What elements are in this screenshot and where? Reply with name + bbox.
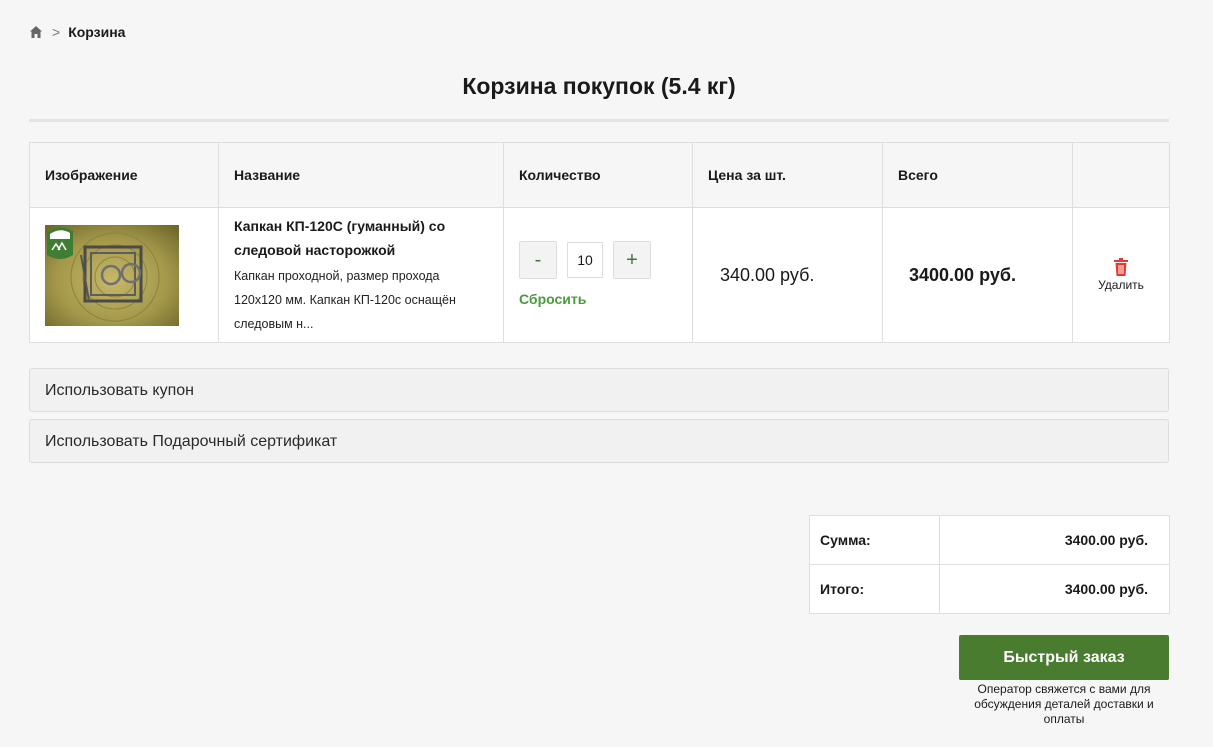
title-divider	[29, 119, 1169, 122]
breadcrumb-current[interactable]: Корзина	[68, 24, 125, 40]
quick-order-note: Оператор свяжется с вами для обсуждения …	[974, 682, 1154, 726]
product-description: Капкан проходной, размер прохода 120x120…	[234, 269, 456, 331]
breadcrumb-separator: >	[52, 24, 61, 40]
quantity-cell: - + Сбросить	[503, 207, 693, 343]
cart-table: Изображение Название Количество Цена за …	[29, 142, 1170, 343]
col-header-total: Всего	[882, 142, 1073, 208]
home-icon[interactable]	[29, 25, 43, 39]
subtotal-label: Сумма:	[809, 515, 940, 565]
product-name[interactable]: Капкан КП-120С (гуманный) со следовой на…	[234, 214, 488, 262]
reset-link[interactable]: Сбросить	[519, 291, 586, 307]
product-image[interactable]	[45, 224, 179, 326]
qty-decrease-button[interactable]: -	[519, 241, 557, 279]
totals-table: Сумма: 3400.00 руб. Итого: 3400.00 руб.	[809, 515, 1170, 614]
cart-header-row: Изображение Название Количество Цена за …	[29, 142, 1170, 208]
product-image-cell	[29, 207, 219, 343]
col-header-image: Изображение	[29, 142, 219, 208]
table-row: Капкан КП-120С (гуманный) со следовой на…	[29, 207, 1170, 343]
total-label: Итого:	[809, 564, 940, 614]
col-header-actions	[1072, 142, 1170, 208]
quantity-stepper: - +	[519, 241, 677, 279]
delete-label: Удалить	[1098, 278, 1144, 292]
page-title: Корзина покупок (5.4 кг)	[462, 73, 736, 99]
quick-order-button[interactable]: Быстрый заказ	[959, 635, 1169, 680]
product-info-cell: Капкан КП-120С (гуманный) со следовой на…	[218, 207, 504, 343]
col-header-quantity: Количество	[503, 142, 693, 208]
qty-increase-button[interactable]: +	[613, 241, 651, 279]
subtotal-row: Сумма: 3400.00 руб.	[809, 515, 1170, 565]
unit-price: 340.00 руб.	[692, 207, 883, 343]
total-value: 3400.00 руб.	[939, 564, 1170, 614]
col-header-unit-price: Цена за шт.	[692, 142, 883, 208]
qty-input[interactable]	[567, 242, 603, 278]
subtotal-value: 3400.00 руб.	[939, 515, 1170, 565]
delete-cell: Удалить	[1072, 207, 1170, 343]
col-header-name: Название	[218, 142, 504, 208]
gift-certificate-panel[interactable]: Использовать Подарочный сертификат	[29, 419, 1169, 463]
trash-icon	[1113, 258, 1128, 276]
coupon-panel[interactable]: Использовать купон	[29, 368, 1169, 412]
row-total: 3400.00 руб.	[882, 207, 1073, 343]
total-row: Итого: 3400.00 руб.	[809, 564, 1170, 614]
delete-button[interactable]: Удалить	[1098, 258, 1144, 292]
breadcrumb: > Корзина	[29, 23, 125, 41]
